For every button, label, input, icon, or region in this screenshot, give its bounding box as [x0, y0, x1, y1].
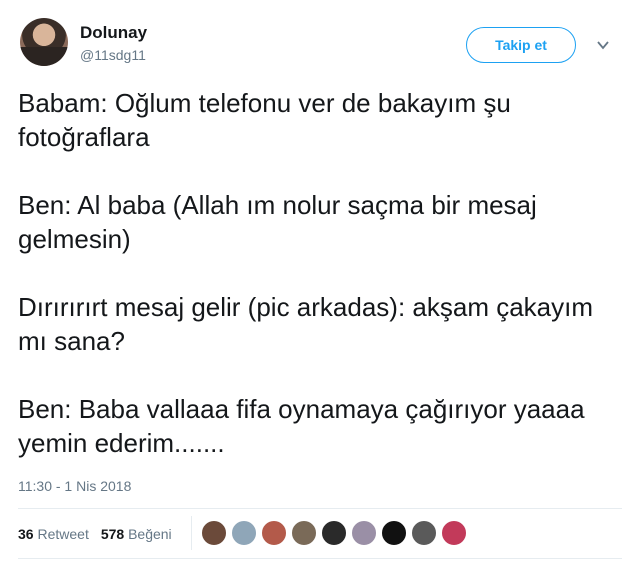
liker-avatar[interactable]: [321, 520, 347, 546]
liker-avatar[interactable]: [381, 520, 407, 546]
liker-avatar[interactable]: [411, 520, 437, 546]
like-stat[interactable]: 578 Beğeni: [101, 526, 172, 542]
retweet-count: 36: [18, 526, 34, 542]
follow-button[interactable]: Takip et: [466, 27, 576, 63]
divider: [18, 508, 622, 509]
liker-avatar[interactable]: [441, 520, 467, 546]
liker-avatar[interactable]: [351, 520, 377, 546]
tweet-paragraph: Ben: Baba vallaaa fifa oynamaya çağırıyo…: [18, 394, 585, 458]
liker-avatar[interactable]: [261, 520, 287, 546]
avatar[interactable]: [20, 18, 68, 66]
tweet-timestamp[interactable]: 11:30 - 1 Nis 2018: [18, 478, 131, 494]
tweet-text: Babam: Oğlum telefonu ver de bakayım şu …: [18, 86, 618, 494]
retweet-label: Retweet: [37, 526, 89, 542]
like-count: 578: [100, 526, 125, 542]
tweet-paragraph: Babam: Oğlum telefonu ver de bakayım şu …: [18, 88, 511, 152]
liker-avatar[interactable]: [201, 520, 227, 546]
likers-avatars: [201, 520, 467, 546]
author-handle[interactable]: @11sdg11: [80, 47, 146, 63]
tweet-paragraph: Ben: Al baba (Allah ım nolur saçma bir m…: [18, 190, 537, 254]
tweet-stats: 36 Retweet 578 Beğeni: [18, 526, 172, 542]
stats-separator: [191, 516, 192, 550]
author-name[interactable]: Dolunay: [80, 23, 147, 43]
liker-avatar[interactable]: [231, 520, 257, 546]
divider: [18, 558, 622, 559]
like-label: Beğeni: [128, 526, 172, 542]
retweet-stat[interactable]: 36 Retweet: [18, 526, 89, 542]
liker-avatar[interactable]: [291, 520, 317, 546]
chevron-down-icon[interactable]: [596, 38, 610, 52]
tweet-paragraph: Dırırırırt mesaj gelir (pic arkadas): ak…: [18, 292, 594, 356]
